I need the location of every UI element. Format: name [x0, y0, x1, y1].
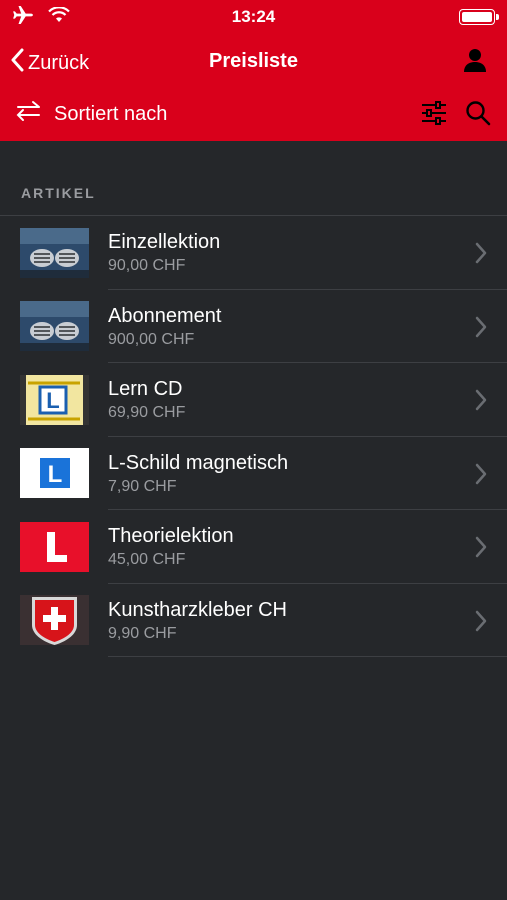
item-name: Theorielektion	[108, 525, 234, 548]
learner-cd-image: L	[20, 374, 89, 425]
user-icon	[463, 49, 487, 76]
item-price: 7,90 CHF	[108, 477, 177, 495]
sort-toolbar: Sortiert nach	[0, 88, 507, 141]
search-button[interactable]	[465, 100, 491, 131]
list-item[interactable]: Kunstharzkleber CH 9,90 CHF	[0, 584, 507, 658]
sort-label: Sortiert nach	[54, 102, 168, 125]
item-price: 9,90 CHF	[108, 624, 177, 642]
back-label: Zurück	[28, 51, 90, 74]
profile-button[interactable]	[463, 48, 487, 77]
battery-icon	[459, 9, 499, 25]
section-header: ARTIKEL	[0, 141, 507, 216]
status-time: 13:24	[231, 7, 276, 26]
sort-arrows-icon	[14, 100, 42, 128]
filter-button[interactable]	[421, 101, 447, 130]
item-price: 45,00 CHF	[108, 551, 186, 569]
chevron-right-icon	[475, 463, 487, 490]
search-icon	[465, 101, 491, 130]
svg-text:L: L	[48, 461, 63, 488]
chevron-right-icon	[475, 610, 487, 637]
swiss-shield-image	[20, 595, 89, 646]
car-grille-image	[20, 227, 89, 278]
sort-button[interactable]: Sortiert nach	[14, 100, 167, 128]
item-name: Kunstharzkleber CH	[108, 598, 287, 621]
status-bar: 13:24	[0, 0, 507, 34]
item-price: 900,00 CHF	[108, 330, 195, 348]
item-list: Einzellektion 90,00 CHF Abonnement 900,0…	[0, 216, 507, 657]
learner-sign-red-image	[20, 521, 89, 572]
car-grille-image	[20, 301, 89, 352]
list-item[interactable]: Einzellektion 90,00 CHF	[0, 216, 507, 290]
item-name: Lern CD	[108, 378, 183, 401]
chevron-right-icon	[475, 536, 487, 563]
chevron-right-icon	[475, 389, 487, 416]
item-price: 69,90 CHF	[108, 404, 186, 422]
nav-bar: Zurück Preisliste	[0, 34, 507, 88]
app-header: 13:24 Zurück Preisliste Sortiert nach	[0, 0, 507, 141]
item-price: 90,00 CHF	[108, 257, 186, 275]
chevron-right-icon	[475, 316, 487, 343]
chevron-right-icon	[475, 242, 487, 269]
item-name: Abonnement	[108, 304, 222, 327]
list-item[interactable]: Abonnement 900,00 CHF	[0, 290, 507, 364]
list-item[interactable]: Theorielektion 45,00 CHF	[0, 510, 507, 584]
svg-text:L: L	[46, 388, 59, 413]
learner-sign-blue-image: L	[20, 448, 89, 499]
item-name: L-Schild magnetisch	[108, 451, 289, 474]
item-name: Einzellektion	[108, 231, 221, 254]
back-button[interactable]: Zurück	[10, 48, 89, 78]
list-item[interactable]: L L-Schild magnetisch 7,90 CHF	[0, 437, 507, 511]
chevron-left-icon	[10, 48, 24, 78]
sliders-icon	[421, 101, 447, 129]
list-item[interactable]: L Lern CD 69,90 CHF	[0, 363, 507, 437]
